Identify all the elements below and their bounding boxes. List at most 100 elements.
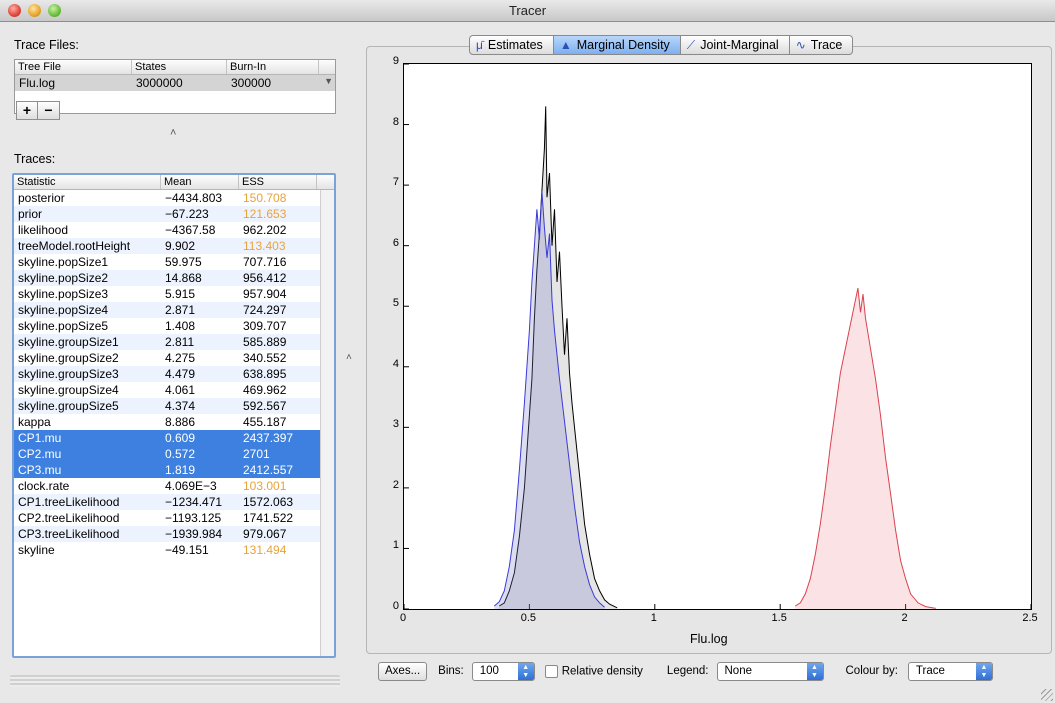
tab-trace[interactable]: ∿ Trace [789,35,854,55]
ess-cell: 979.067 [243,527,287,541]
tab-marginal-density-label: Marginal Density [576,38,670,52]
table-row[interactable]: CP2.treeLikelihood −1193.125 1741.522 [14,510,334,526]
ess-cell: 2701 [243,447,270,461]
tab-joint-marginal[interactable]: ⟋ Joint-Marginal [680,35,790,55]
table-row[interactable]: posterior −4434.803 150.708 [14,190,334,206]
mean-cell: 14.868 [165,271,202,285]
statistic-cell: likelihood [18,223,69,237]
density-plot-area[interactable] [403,63,1032,610]
tab-estimates[interactable]: μ̄ Estimates [469,35,554,55]
table-row[interactable]: skyline.groupSize1 2.811 585.889 [14,334,334,350]
mean-cell: −1193.125 [165,511,222,525]
statistic-cell: skyline.groupSize1 [18,335,119,349]
traces-scrollbar[interactable] [320,190,334,656]
y-tick-label: 9 [392,55,399,67]
mean-cell: 5.915 [165,287,196,301]
ess-cell: 724.297 [243,303,287,317]
y-tick-label: 7 [392,176,399,189]
mean-cell: 4.374 [165,399,196,413]
tab-marginal-density[interactable]: ▲ Marginal Density [553,35,681,55]
remove-trace-file-button[interactable]: − [38,101,60,120]
mean-cell: 1.819 [165,463,196,477]
x-tick-label: 1.5 [771,612,787,624]
y-tick-label: 2 [392,478,399,491]
y-tick-label: 0 [392,600,399,612]
column-header-mean[interactable]: Mean [161,175,239,189]
checkbox-box[interactable] [544,664,558,678]
trace-files-header: Tree File States Burn-In [15,60,335,75]
ess-cell: 340.552 [243,351,287,365]
relative-density-checkbox[interactable]: Relative density [544,664,643,678]
ess-cell: 707.716 [243,255,287,269]
ess-cell: 469.962 [243,383,287,397]
ess-cell: 962.202 [243,223,287,237]
trace-file-burnin[interactable]: 300000 [227,75,319,91]
table-row[interactable]: CP3.treeLikelihood −1939.984 979.067 [14,526,334,542]
ess-cell: 585.889 [243,335,287,349]
density-plot [403,63,1032,610]
legend-value: None [724,664,753,677]
ess-cell: 150.708 [243,191,287,205]
plot-controls: Axes... Bins: 100 ▲ ▼ Relative density Le… [378,660,993,682]
statistic-cell: skyline.popSize2 [18,271,109,285]
table-row[interactable]: CP1.mu 0.609 2437.397 [14,430,334,446]
ess-cell: 309.707 [243,319,287,333]
table-row[interactable]: skyline.popSize1 59.975 707.716 [14,254,334,270]
ess-cell: 1572.063 [243,495,294,509]
table-row[interactable]: skyline.popSize4 2.871 724.297 [14,302,334,318]
table-row[interactable]: clock.rate 4.069E−3 103.001 [14,478,334,494]
table-row[interactable]: skyline.groupSize5 4.374 592.567 [14,398,334,414]
colour-by-select[interactable]: Trace ▲ ▼ [907,661,993,681]
add-trace-file-button[interactable]: + [16,101,38,120]
table-row[interactable]: treeModel.rootHeight 9.902 113.403 [14,238,334,254]
table-row[interactable]: CP3.mu 1.819 2412.557 [14,462,334,478]
column-header-burn-in[interactable]: Burn-In [227,60,319,74]
trace-files-table[interactable]: Tree File States Burn-In Flu.log 3000000… [14,59,336,114]
statistic-cell: skyline.groupSize5 [18,399,119,413]
table-row[interactable]: prior −67.223 121.653 [14,206,334,222]
y-tick-label: 4 [392,357,399,370]
table-row[interactable]: CP2.mu 0.572 2701 [14,446,334,462]
column-header-statistic[interactable]: Statistic [14,175,161,189]
traces-label: Traces: [14,152,56,166]
mean-cell: −49.151 [165,543,209,557]
table-row[interactable]: skyline.groupSize3 4.479 638.895 [14,366,334,382]
axes-button[interactable]: Axes... [378,661,428,681]
table-row[interactable]: skyline.groupSize4 4.061 469.962 [14,382,334,398]
statistic-cell: skyline.popSize1 [18,255,109,269]
mean-cell: −67.223 [165,207,209,221]
vertical-splitter-caret-icon[interactable]: ˄ [346,352,352,363]
statistic-cell: prior [18,207,43,221]
traces-table[interactable]: Statistic Mean ESS posterior −4434.803 150… [12,173,336,658]
legend-select[interactable]: None ▲ ▼ [716,661,824,681]
window-resize-grip[interactable] [1041,689,1053,701]
statistic-cell: skyline.popSize5 [18,319,109,333]
bins-select[interactable]: 100 ▲ ▼ [471,661,535,681]
horizontal-splitter[interactable] [10,675,340,687]
column-header-states[interactable]: States [132,60,227,74]
mean-cell: 4.069E−3 [165,479,217,493]
view-tabs: μ̄ Estimates ▲ Marginal Density ⟋ Joint-… [469,35,854,55]
table-row[interactable]: skyline −49.151 131.494 [14,542,334,558]
chevron-down-icon[interactable]: ▼ [324,76,333,86]
table-row[interactable]: skyline.popSize5 1.408 309.707 [14,318,334,334]
column-header-ess[interactable]: ESS [239,175,317,189]
mean-cell: 4.275 [165,351,196,365]
statistic-cell: clock.rate [18,479,70,493]
table-row[interactable]: skyline.popSize2 14.868 956.412 [14,270,334,286]
table-row[interactable]: likelihood −4367.58 962.202 [14,222,334,238]
table-row[interactable]: skyline.groupSize2 4.275 340.552 [14,350,334,366]
mean-cell: 59.975 [165,255,202,269]
density-icon: ▲ [559,38,572,52]
table-row[interactable]: CP1.treeLikelihood −1234.471 1572.063 [14,494,334,510]
statistic-cell: treeModel.rootHeight [18,239,131,253]
table-row[interactable]: kappa 8.886 455.187 [14,414,334,430]
y-tick-label: 3 [392,418,399,431]
ess-cell: 131.494 [243,543,287,557]
trace-file-row[interactable]: Flu.log 3000000 300000 [15,75,335,91]
ess-cell: 592.567 [243,399,287,413]
column-header-tree-file[interactable]: Tree File [15,60,132,74]
trace-file-states: 3000000 [136,76,183,90]
table-row[interactable]: skyline.popSize3 5.915 957.904 [14,286,334,302]
splitter-caret-icon[interactable]: ˄ [170,127,176,139]
